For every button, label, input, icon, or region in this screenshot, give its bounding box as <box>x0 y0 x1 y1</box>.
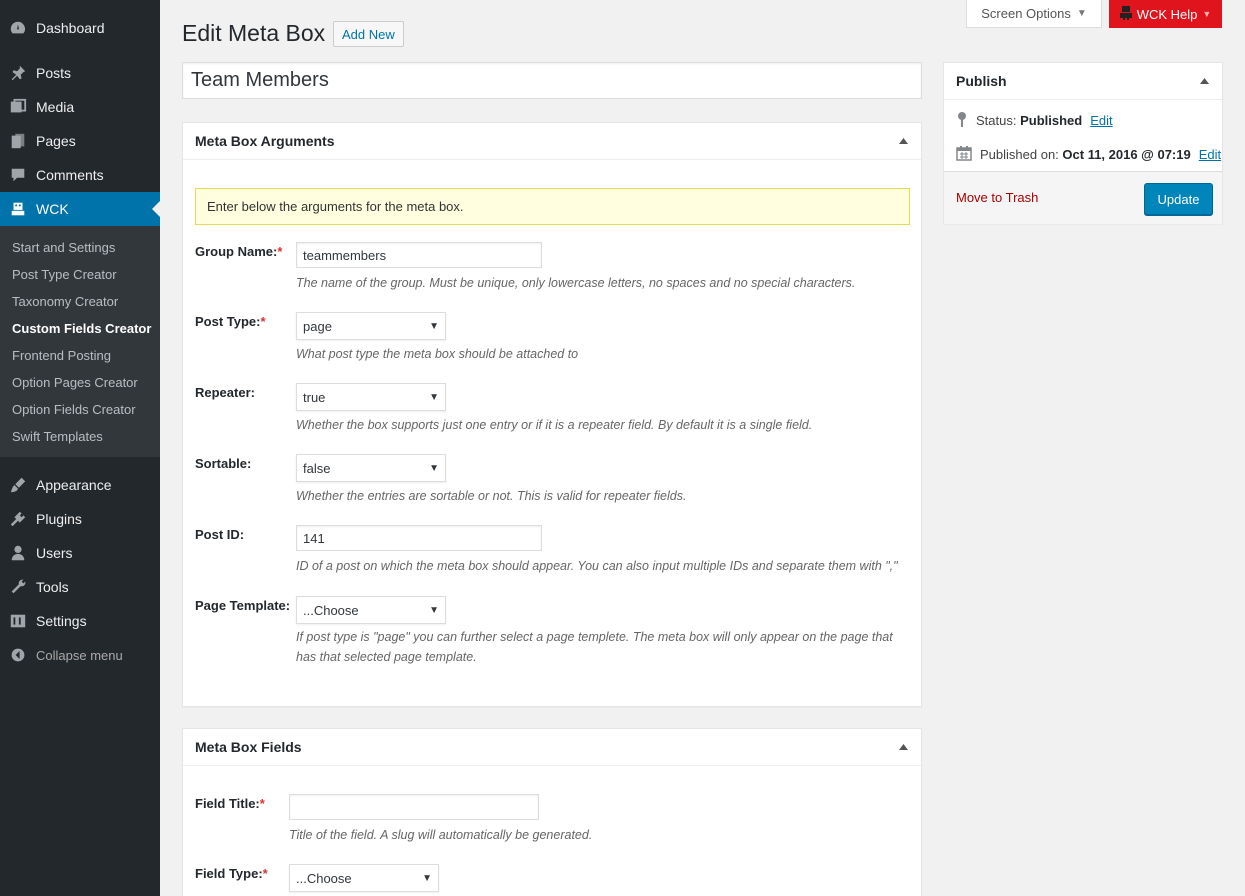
caret-down-icon: ▼ <box>429 604 439 616</box>
post-id-label: Post ID: <box>195 527 245 542</box>
menu-item-wck[interactable]: WCK <box>0 192 160 226</box>
page-template-description: If post type is "page" you can further s… <box>296 630 893 664</box>
repeater-select[interactable]: true ▼ <box>296 383 446 411</box>
collapse-triangle-icon[interactable] <box>1198 75 1210 87</box>
caret-down-icon: ▼ <box>1202 9 1212 19</box>
field-type-label: Field Type:* <box>195 866 268 881</box>
post-title-input[interactable] <box>182 62 922 99</box>
comment-icon <box>0 166 36 184</box>
published-on-row: Published on: Oct 11, 2016 @ 07:19 Edit <box>956 145 1221 164</box>
group-name-input[interactable] <box>296 242 542 268</box>
repeater-description: Whether the box supports just one entry … <box>296 418 813 432</box>
menu-item-plugins[interactable]: Plugins <box>0 502 160 536</box>
meta-box-fields-panel: Meta Box Fields Field Title:* Title of t… <box>182 728 922 896</box>
publish-header[interactable]: Publish <box>944 63 1222 100</box>
submenu-post-type-creator[interactable]: Post Type Creator <box>12 267 117 282</box>
post-type-select[interactable]: page ▼ <box>296 312 446 340</box>
caret-down-icon: ▼ <box>1076 8 1087 19</box>
page-template-select[interactable]: ...Choose ▼ <box>296 596 446 624</box>
edit-date-link[interactable]: Edit <box>1199 147 1221 162</box>
wck-help-button[interactable]: WCK Help ▼ <box>1109 0 1222 28</box>
caret-down-icon: ▼ <box>429 462 439 474</box>
repeater-label: Repeater: <box>195 385 255 400</box>
wck-submenu: Start and Settings Post Type Creator Tax… <box>0 226 160 457</box>
menu-item-dashboard[interactable]: Dashboard <box>0 11 160 45</box>
panel-title: Meta Box Arguments <box>195 133 335 149</box>
field-title-description: Title of the field. A slug will automati… <box>289 828 593 842</box>
collapse-menu[interactable]: Collapse menu <box>0 638 160 672</box>
field-title-input[interactable] <box>289 794 539 820</box>
page-template-label: Page Template: <box>195 598 291 613</box>
panel-title: Publish <box>956 73 1007 89</box>
meta-box-arguments-header[interactable]: Meta Box Arguments <box>183 123 921 160</box>
sortable-label: Sortable: <box>195 456 252 471</box>
wck-robot-icon <box>0 200 36 218</box>
field-title-label: Field Title:* <box>195 796 265 811</box>
submenu-swift-templates[interactable]: Swift Templates <box>12 429 103 444</box>
menu-item-pages[interactable]: Pages <box>0 124 160 158</box>
sortable-description: Whether the entries are sortable or not.… <box>296 489 687 503</box>
submenu-start-and-settings[interactable]: Start and Settings <box>12 240 115 255</box>
post-id-description: ID of a post on which the meta box shoul… <box>296 559 898 573</box>
caret-down-icon: ▼ <box>429 320 439 332</box>
menu-item-appearance[interactable]: Appearance <box>0 468 160 502</box>
caret-down-icon: ▼ <box>429 391 439 403</box>
wrench-icon <box>0 578 36 596</box>
sliders-icon <box>0 612 36 630</box>
submenu-taxonomy-creator[interactable]: Taxonomy Creator <box>12 294 118 309</box>
post-type-label: Post Type:* <box>195 314 266 329</box>
menu-item-settings[interactable]: Settings <box>0 604 160 638</box>
collapse-arrow-icon <box>0 647 36 663</box>
pin-icon <box>0 64 36 82</box>
group-name-label: Group Name:* <box>195 244 283 259</box>
collapse-triangle-icon[interactable] <box>897 135 909 147</box>
collapse-triangle-icon[interactable] <box>897 741 909 753</box>
user-icon <box>0 544 36 562</box>
page-title: Edit Meta Box <box>182 20 326 46</box>
submenu-frontend-posting[interactable]: Frontend Posting <box>12 348 111 363</box>
admin-sidebar: Dashboard Posts Media Pages Comments WCK… <box>0 0 160 896</box>
menu-item-comments[interactable]: Comments <box>0 158 160 192</box>
dashboard-icon <box>0 19 36 37</box>
sortable-select[interactable]: false ▼ <box>296 454 446 482</box>
submenu-option-fields-creator[interactable]: Option Fields Creator <box>12 402 136 417</box>
post-type-description: What post type the meta box should be at… <box>296 347 579 361</box>
group-name-description: The name of the group. Must be unique, o… <box>296 276 856 290</box>
meta-box-fields-header[interactable]: Meta Box Fields <box>183 729 921 766</box>
brush-icon <box>0 476 36 494</box>
update-button[interactable]: Update <box>1144 183 1213 215</box>
panel-title: Meta Box Fields <box>195 739 302 755</box>
submenu-custom-fields-creator[interactable]: Custom Fields Creator <box>12 321 151 336</box>
field-type-select[interactable]: ...Choose ▼ <box>289 864 439 892</box>
edit-status-link[interactable]: Edit <box>1090 113 1112 128</box>
screen-options-button[interactable]: Screen Options ▼ <box>966 0 1102 28</box>
menu-item-tools[interactable]: Tools <box>0 570 160 604</box>
caret-down-icon: ▼ <box>422 872 432 884</box>
submenu-option-pages-creator[interactable]: Option Pages Creator <box>12 375 138 390</box>
meta-box-arguments-panel: Meta Box Arguments Enter below the argum… <box>182 122 922 707</box>
publish-panel: Publish Status: Published Edit Published… <box>943 62 1223 224</box>
pin-icon <box>956 111 968 130</box>
menu-item-users[interactable]: Users <box>0 536 160 570</box>
menu-item-posts[interactable]: Posts <box>0 56 160 90</box>
move-to-trash-link[interactable]: Move to Trash <box>956 190 1038 205</box>
menu-item-media[interactable]: Media <box>0 90 160 124</box>
calendar-icon <box>956 145 972 164</box>
post-id-input[interactable] <box>296 525 542 551</box>
status-row: Status: Published Edit <box>956 111 1113 130</box>
wck-robot-icon <box>1119 5 1132 23</box>
pages-icon <box>0 132 36 150</box>
media-icon <box>0 98 36 116</box>
info-notice: Enter below the arguments for the meta b… <box>195 188 910 225</box>
plug-icon <box>0 510 36 528</box>
add-new-button[interactable]: Add New <box>333 21 404 47</box>
